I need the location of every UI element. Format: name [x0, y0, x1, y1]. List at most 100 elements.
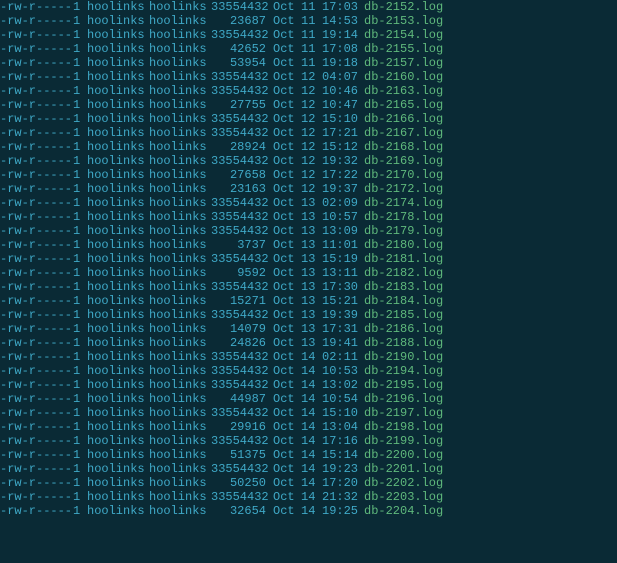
file-size: 33554432 [211, 462, 273, 476]
file-day: 12 [301, 112, 322, 126]
file-group: hoolinks [149, 476, 211, 490]
file-day: 12 [301, 154, 322, 168]
file-time: 10:47 [322, 98, 364, 112]
file-permissions: -rw-r----- [0, 252, 73, 266]
file-day: 12 [301, 140, 322, 154]
file-size: 14079 [211, 322, 273, 336]
file-row: -rw-r-----1hoolinkshoolinks33554432Oct13… [0, 252, 617, 266]
file-links: 1 [73, 462, 87, 476]
file-day: 11 [301, 42, 322, 56]
file-month: Oct [273, 42, 301, 56]
file-size: 33554432 [211, 308, 273, 322]
file-day: 14 [301, 406, 322, 420]
file-links: 1 [73, 308, 87, 322]
file-owner: hoolinks [87, 42, 149, 56]
file-size: 33554432 [211, 154, 273, 168]
file-time: 10:57 [322, 210, 364, 224]
file-day: 11 [301, 28, 322, 42]
file-month: Oct [273, 406, 301, 420]
file-permissions: -rw-r----- [0, 504, 73, 518]
file-permissions: -rw-r----- [0, 196, 73, 210]
file-group: hoolinks [149, 140, 211, 154]
file-group: hoolinks [149, 182, 211, 196]
file-owner: hoolinks [87, 28, 149, 42]
file-links: 1 [73, 406, 87, 420]
file-row: -rw-r-----1hoolinkshoolinks28924Oct1215:… [0, 140, 617, 154]
file-permissions: -rw-r----- [0, 56, 73, 70]
file-owner: hoolinks [87, 266, 149, 280]
file-permissions: -rw-r----- [0, 126, 73, 140]
file-day: 14 [301, 504, 322, 518]
file-row: -rw-r-----1hoolinkshoolinks23163Oct1219:… [0, 182, 617, 196]
file-links: 1 [73, 56, 87, 70]
file-links: 1 [73, 112, 87, 126]
file-month: Oct [273, 462, 301, 476]
file-owner: hoolinks [87, 0, 149, 14]
file-permissions: -rw-r----- [0, 294, 73, 308]
file-day: 11 [301, 14, 322, 28]
file-name: db-2188.log [364, 336, 443, 350]
file-size: 51375 [211, 448, 273, 462]
file-links: 1 [73, 280, 87, 294]
file-size: 50250 [211, 476, 273, 490]
file-time: 17:31 [322, 322, 364, 336]
file-size: 33554432 [211, 364, 273, 378]
file-size: 33554432 [211, 126, 273, 140]
file-permissions: -rw-r----- [0, 168, 73, 182]
file-size: 53954 [211, 56, 273, 70]
file-owner: hoolinks [87, 210, 149, 224]
file-links: 1 [73, 504, 87, 518]
file-name: db-2182.log [364, 266, 443, 280]
file-time: 19:37 [322, 182, 364, 196]
file-name: db-2204.log [364, 504, 443, 518]
file-day: 14 [301, 378, 322, 392]
file-day: 14 [301, 420, 322, 434]
file-group: hoolinks [149, 14, 211, 28]
file-day: 13 [301, 210, 322, 224]
file-time: 13:04 [322, 420, 364, 434]
file-group: hoolinks [149, 98, 211, 112]
file-owner: hoolinks [87, 378, 149, 392]
file-group: hoolinks [149, 252, 211, 266]
file-owner: hoolinks [87, 154, 149, 168]
file-month: Oct [273, 336, 301, 350]
file-row: -rw-r-----1hoolinkshoolinks33554432Oct14… [0, 406, 617, 420]
file-group: hoolinks [149, 154, 211, 168]
file-group: hoolinks [149, 70, 211, 84]
file-links: 1 [73, 378, 87, 392]
file-size: 9592 [211, 266, 273, 280]
file-time: 17:20 [322, 476, 364, 490]
file-name: db-2178.log [364, 210, 443, 224]
file-owner: hoolinks [87, 98, 149, 112]
file-row: -rw-r-----1hoolinkshoolinks33554432Oct13… [0, 308, 617, 322]
file-name: db-2172.log [364, 182, 443, 196]
file-row: -rw-r-----1hoolinkshoolinks33554432Oct12… [0, 84, 617, 98]
file-size: 33554432 [211, 210, 273, 224]
file-group: hoolinks [149, 168, 211, 182]
file-permissions: -rw-r----- [0, 42, 73, 56]
file-row: -rw-r-----1hoolinkshoolinks51375Oct1415:… [0, 448, 617, 462]
file-month: Oct [273, 196, 301, 210]
file-row: -rw-r-----1hoolinkshoolinks27658Oct1217:… [0, 168, 617, 182]
file-row: -rw-r-----1hoolinkshoolinks53954Oct1119:… [0, 56, 617, 70]
file-time: 15:12 [322, 140, 364, 154]
file-time: 19:18 [322, 56, 364, 70]
file-name: db-2190.log [364, 350, 443, 364]
file-day: 14 [301, 490, 322, 504]
file-month: Oct [273, 112, 301, 126]
file-links: 1 [73, 126, 87, 140]
file-links: 1 [73, 294, 87, 308]
file-time: 02:11 [322, 350, 364, 364]
terminal-output[interactable]: -rw-r-----1hoolinkshoolinks33554432Oct11… [0, 0, 617, 518]
file-day: 11 [301, 56, 322, 70]
file-permissions: -rw-r----- [0, 112, 73, 126]
file-month: Oct [273, 322, 301, 336]
file-month: Oct [273, 476, 301, 490]
file-name: db-2199.log [364, 434, 443, 448]
file-name: db-2180.log [364, 238, 443, 252]
file-owner: hoolinks [87, 490, 149, 504]
file-links: 1 [73, 196, 87, 210]
file-links: 1 [73, 434, 87, 448]
file-month: Oct [273, 182, 301, 196]
file-links: 1 [73, 490, 87, 504]
